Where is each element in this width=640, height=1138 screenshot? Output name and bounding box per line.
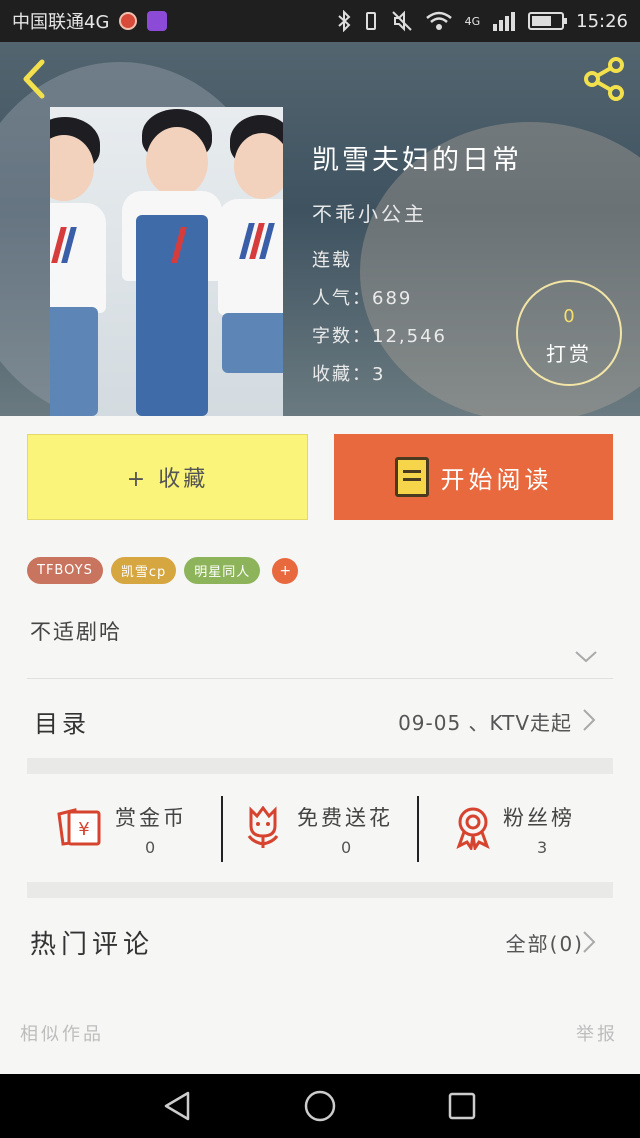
- report-link[interactable]: 举报: [576, 1020, 618, 1046]
- favorite-button-label: + 收藏: [126, 467, 209, 492]
- book-title: 凯雪夫妇的日常: [312, 145, 522, 176]
- chevron-right-icon: [583, 931, 596, 953]
- section-separator: [27, 882, 613, 898]
- send-flower-label: 免费送花: [297, 806, 393, 830]
- book-favorites: 收藏：3: [312, 364, 386, 385]
- home-nav-icon[interactable]: [303, 1089, 337, 1123]
- tip-label: 打赏: [546, 342, 592, 366]
- book-word-count: 字数：12,546: [312, 326, 447, 347]
- start-reading-button[interactable]: 开始阅读: [334, 434, 613, 520]
- signal-icon: [493, 12, 516, 31]
- stats-row: ¥ 赏金币 0 免费送花 0 粉丝榜 3: [27, 776, 613, 882]
- reward-coins-label: 赏金币: [115, 806, 187, 830]
- book-author[interactable]: 不乖小公主: [312, 198, 427, 227]
- book-status: 连载: [312, 250, 352, 271]
- battery-icon: [528, 12, 568, 30]
- book-icon: [394, 457, 429, 497]
- section-separator: [27, 758, 613, 774]
- clock-label: 15:26: [576, 10, 628, 32]
- fan-ranking-label: 粉丝榜: [503, 806, 575, 830]
- book-cover-image[interactable]: [50, 107, 283, 416]
- tag-kaixue-cp[interactable]: 凯雪cp: [110, 557, 177, 584]
- send-flower-value: 0: [341, 838, 352, 857]
- recents-nav-icon[interactable]: [447, 1091, 477, 1121]
- gallery-app-icon: [147, 11, 168, 31]
- back-button[interactable]: [14, 56, 54, 102]
- toc-label: 目录: [34, 710, 90, 738]
- tip-count: 0: [563, 306, 575, 327]
- carrier-label: 中国联通4G: [12, 12, 110, 33]
- back-nav-icon[interactable]: [162, 1090, 194, 1122]
- flower-icon: [247, 806, 279, 848]
- toc-latest-chapter: 09-05 、KTV走起: [398, 711, 572, 735]
- book-popularity: 人气：689: [312, 288, 413, 309]
- favorite-button[interactable]: + 收藏: [27, 434, 308, 520]
- fan-ranking-stat[interactable]: 粉丝榜 3: [419, 776, 613, 882]
- coin-envelope-icon: ¥: [57, 808, 101, 846]
- reward-coins-value: 0: [145, 838, 156, 857]
- book-description: 不适剧哈: [30, 620, 122, 644]
- medal-icon: [456, 807, 490, 850]
- system-nav-bar: [0, 1074, 640, 1138]
- tag-list: TFBOYS 凯雪cp 明星同人 +: [27, 557, 299, 584]
- add-tag-button[interactable]: +: [272, 557, 299, 584]
- mute-icon: [391, 10, 412, 32]
- bluetooth-icon: [337, 10, 351, 32]
- start-reading-label: 开始阅读: [440, 465, 553, 494]
- reward-coins-stat[interactable]: ¥ 赏金币 0: [27, 776, 221, 882]
- send-flower-stat[interactable]: 免费送花 0: [223, 776, 417, 882]
- all-comments-link[interactable]: 全部(0): [506, 928, 584, 957]
- similar-works-link[interactable]: 相似作品: [20, 1020, 104, 1046]
- divider: [27, 678, 613, 679]
- network-type-label: 4G: [464, 14, 481, 28]
- status-bar: 中国联通4G 4G 15:26: [0, 0, 640, 42]
- tag-celebrity-fanfic[interactable]: 明星同人: [184, 557, 261, 584]
- vibrate-icon: [365, 12, 376, 30]
- hot-comments-label: 热门评论: [30, 930, 155, 960]
- chevron-right-icon: [583, 709, 596, 731]
- tip-button[interactable]: 0 打赏: [516, 280, 622, 386]
- svg-text:¥: ¥: [78, 819, 89, 840]
- wifi-icon: [425, 11, 452, 30]
- share-button[interactable]: [580, 56, 628, 102]
- chevron-down-icon[interactable]: [574, 650, 598, 664]
- book-header: 凯雪夫妇的日常 不乖小公主 连载 人气：689 字数：12,546 收藏：3 0…: [0, 42, 640, 416]
- tag-tfboys[interactable]: TFBOYS: [27, 557, 103, 584]
- notification-app-icon: [119, 12, 138, 30]
- fan-ranking-value: 3: [537, 838, 548, 857]
